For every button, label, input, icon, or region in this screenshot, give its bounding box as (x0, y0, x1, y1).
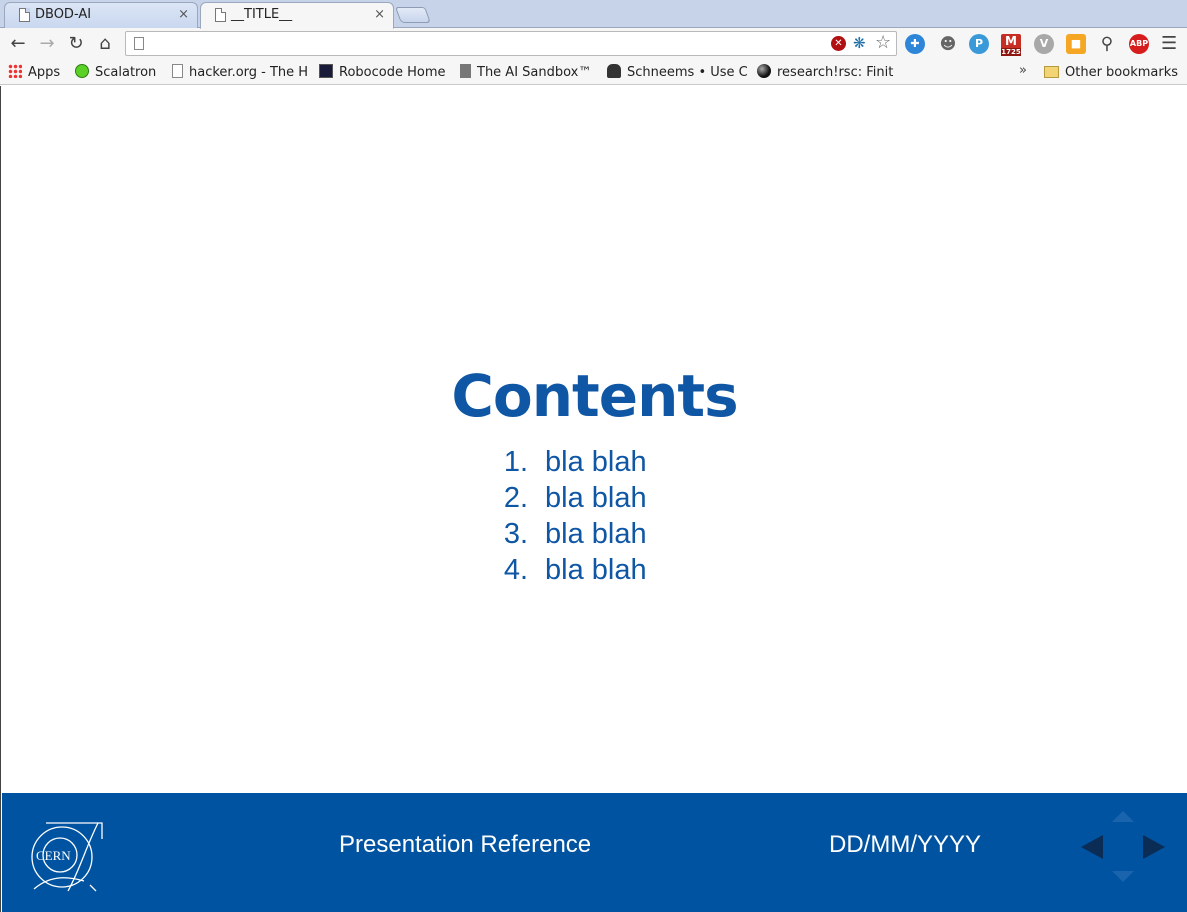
address-bar[interactable]: ✕ ❋ ☆ (125, 31, 897, 56)
page-icon (134, 37, 144, 50)
list-text: bla blah (545, 518, 647, 550)
bookmark-hacker-org[interactable]: hacker.org - The H (172, 63, 308, 82)
sphere-icon (757, 64, 771, 78)
ghost-extension-icon[interactable]: ☻ (938, 34, 958, 54)
bookmark-label: Robocode Home (339, 65, 446, 80)
bookmark-label: Apps (28, 65, 61, 80)
avatar-icon (607, 64, 621, 78)
tab-title: __TITLE__ (231, 7, 293, 22)
close-tab-icon[interactable]: × (178, 3, 189, 27)
slide-footer: CERN Presentation Reference DD/MM/YYYY (2, 793, 1187, 912)
bookmark-label: Schneems • Use C (627, 65, 747, 80)
more-bookmarks-chevron-icon[interactable]: » (1019, 63, 1027, 78)
bookmark-label: Scalatron (95, 65, 157, 80)
list-item: 4. bla blah (498, 552, 647, 588)
cern-logo-text: CERN (36, 848, 71, 863)
list-text: bla blah (545, 482, 647, 514)
nav-up-arrow-icon[interactable] (1112, 811, 1134, 822)
bookmark-schneems[interactable]: Schneems • Use C (607, 63, 747, 82)
gmail-extension-icon[interactable]: M 1725 (1001, 34, 1021, 56)
close-tab-icon[interactable]: × (374, 3, 385, 27)
reload-icon[interactable]: ↻ (64, 32, 88, 56)
nav-right-arrow-icon[interactable] (1143, 835, 1165, 859)
tab-title: DBOD-AI (35, 7, 92, 22)
new-tab-button[interactable] (395, 7, 431, 23)
network-icon[interactable]: ❋ (853, 34, 866, 52)
apps-grid-icon (8, 64, 22, 78)
back-arrow-icon[interactable]: ← (6, 32, 30, 56)
tab-strip: DBOD-AI × __TITLE__ × (0, 0, 1187, 29)
scalatron-icon (75, 64, 89, 78)
slide-title: Contents (451, 362, 738, 430)
page-viewport: Contents 1. bla blah 2. bla blah 3. bla bla… (0, 86, 1187, 912)
tab-dbod-ai[interactable]: DBOD-AI × (4, 2, 198, 28)
bookmark-other-bookmarks[interactable]: Other bookmarks (1044, 63, 1184, 82)
list-text: bla blah (545, 446, 647, 478)
page-icon (172, 64, 183, 78)
forward-arrow-icon[interactable]: → (35, 32, 59, 56)
crosshair-extension-icon[interactable]: ✚ (905, 34, 925, 54)
sandbox-icon (460, 64, 471, 78)
tab-title-active[interactable]: __TITLE__ × (200, 2, 394, 29)
bookmark-ai-sandbox[interactable]: The AI Sandbox™ (460, 63, 596, 82)
nav-down-arrow-icon[interactable] (1112, 871, 1134, 882)
list-item: 1. bla blah (498, 444, 647, 480)
page-icon (19, 8, 30, 22)
list-number: 3. (503, 518, 528, 550)
toolbar: ← → ↻ ⌂ ✕ ❋ ☆ ✚ ☻ P M 1725 V ■ ⚲ ABP ☰ (0, 28, 1187, 60)
v-extension-icon[interactable]: V (1034, 34, 1054, 54)
nav-left-arrow-icon[interactable] (1081, 835, 1103, 859)
robocode-icon (319, 64, 333, 78)
bookmark-robocode[interactable]: Robocode Home (319, 63, 449, 82)
bookmark-label: The AI Sandbox™ (477, 65, 592, 80)
folder-icon (1044, 66, 1059, 78)
star-icon[interactable]: ☆ (875, 32, 891, 53)
p-extension-icon[interactable]: P (969, 34, 989, 54)
list-item: 2. bla blah (498, 480, 647, 516)
url-input[interactable] (150, 34, 830, 53)
menu-icon[interactable]: ☰ (1161, 33, 1177, 54)
bookmark-label: Other bookmarks (1065, 65, 1179, 80)
adblock-extension-icon[interactable]: ABP (1129, 34, 1149, 54)
home-icon[interactable]: ⌂ (93, 32, 117, 56)
bookmark-label: research!rsc: Finit (777, 65, 894, 80)
page-icon (215, 8, 226, 22)
bookmark-apps[interactable]: Apps (8, 63, 68, 82)
list-number: 1. (503, 446, 528, 478)
list-text: bla blah (545, 554, 647, 586)
contents-list: 1. bla blah 2. bla blah 3. bla blah 4. bla b… (498, 444, 647, 588)
cern-logo-icon: CERN (31, 822, 103, 892)
bookmark-label: hacker.org - The H (189, 65, 308, 80)
search-extension-icon[interactable]: ⚲ (1097, 34, 1117, 54)
bookmarks-bar: Apps Scalatron hacker.org - The H Roboco… (0, 60, 1187, 85)
list-number: 4. (503, 554, 528, 586)
list-item: 3. bla blah (498, 516, 647, 552)
presentation-date: DD/MM/YYYY (829, 831, 982, 858)
lock-extension-icon[interactable]: ■ (1066, 34, 1086, 54)
list-number: 2. (503, 482, 528, 514)
bookmark-scalatron[interactable]: Scalatron (75, 63, 165, 82)
gmail-unread-count: 1725 (1001, 48, 1021, 56)
bookmark-research-rsc[interactable]: research!rsc: Finit (757, 63, 895, 82)
block-icon[interactable]: ✕ (831, 36, 846, 51)
presentation-reference: Presentation Reference (339, 831, 592, 858)
